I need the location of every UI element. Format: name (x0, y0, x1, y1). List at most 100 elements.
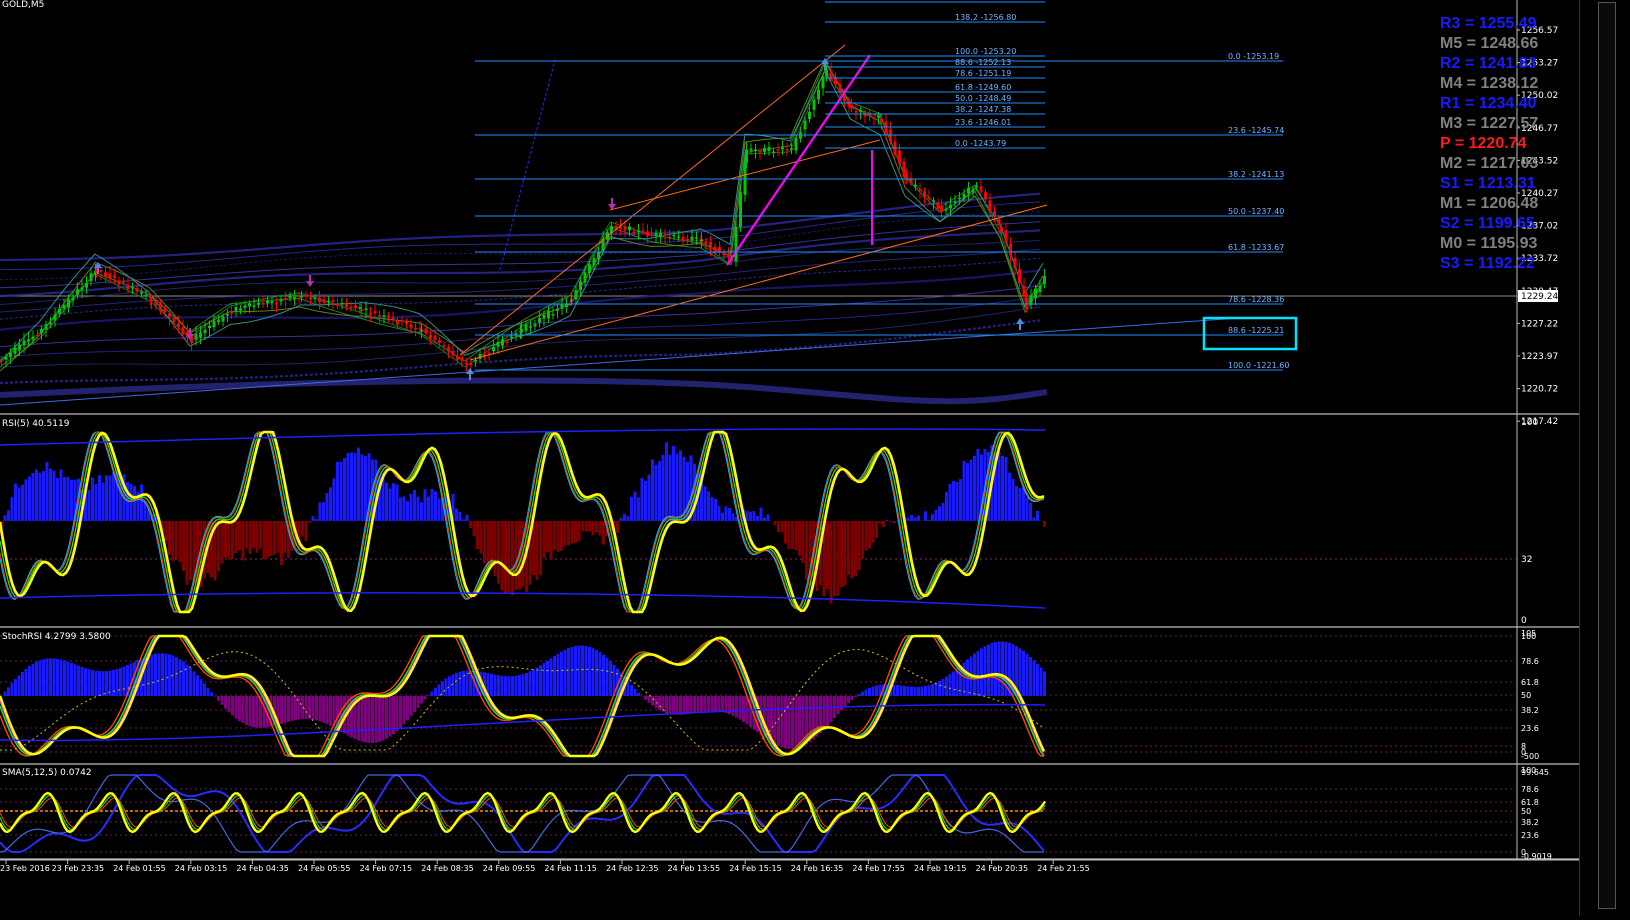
candle[interactable] (877, 116, 880, 118)
candle[interactable] (360, 309, 363, 311)
vertical-scrollbar[interactable] (1598, 2, 1616, 909)
candle[interactable] (972, 189, 975, 192)
candle[interactable] (579, 281, 582, 290)
candle[interactable] (759, 151, 762, 153)
candle[interactable] (958, 198, 961, 200)
candle[interactable] (1009, 244, 1012, 255)
candle[interactable] (18, 344, 21, 350)
candle[interactable] (781, 147, 784, 149)
candle[interactable] (230, 312, 233, 314)
candle[interactable] (199, 333, 202, 338)
candle[interactable] (374, 311, 377, 313)
candle[interactable] (420, 330, 423, 332)
candle[interactable] (525, 324, 528, 330)
candle[interactable] (735, 227, 738, 261)
candle[interactable] (817, 90, 820, 100)
candle[interactable] (173, 318, 176, 322)
candle[interactable] (164, 308, 167, 313)
candle[interactable] (414, 328, 417, 330)
candle[interactable] (67, 299, 70, 307)
candle[interactable] (354, 305, 357, 308)
candle[interactable] (1000, 227, 1003, 231)
candle[interactable] (561, 304, 564, 308)
candle[interactable] (257, 303, 260, 305)
candle[interactable] (659, 233, 662, 236)
candle[interactable] (989, 200, 992, 211)
candle[interactable] (14, 347, 17, 354)
candle[interactable] (668, 237, 671, 239)
candle[interactable] (85, 283, 88, 287)
candle[interactable] (510, 337, 513, 339)
candle[interactable] (497, 342, 500, 346)
candle[interactable] (1043, 276, 1046, 284)
candle[interactable] (1034, 289, 1037, 299)
candle[interactable] (588, 264, 591, 273)
candle[interactable] (808, 112, 811, 119)
candle[interactable] (122, 281, 125, 283)
candle[interactable] (113, 275, 116, 277)
candle[interactable] (244, 306, 247, 308)
candle[interactable] (705, 241, 708, 244)
candle[interactable] (100, 270, 103, 272)
candle[interactable] (492, 347, 495, 351)
candle[interactable] (474, 360, 477, 362)
candle[interactable] (919, 190, 922, 192)
candle[interactable] (1039, 286, 1042, 292)
candle[interactable] (750, 149, 753, 151)
candle[interactable] (691, 237, 694, 241)
candle[interactable] (584, 272, 587, 282)
candle[interactable] (768, 147, 771, 151)
candle[interactable] (145, 295, 148, 297)
candle[interactable] (754, 149, 757, 151)
candle[interactable] (593, 258, 596, 266)
candle[interactable] (880, 119, 883, 122)
candle[interactable] (405, 322, 408, 324)
candle[interactable] (923, 192, 926, 198)
candle[interactable] (58, 309, 61, 314)
candle[interactable] (686, 239, 689, 241)
candle[interactable] (898, 150, 901, 163)
candle[interactable] (993, 211, 996, 215)
candle[interactable] (682, 237, 685, 241)
candle[interactable] (963, 194, 966, 199)
candle[interactable] (293, 297, 296, 299)
candle[interactable] (222, 316, 225, 321)
candle[interactable] (547, 311, 550, 318)
candle[interactable] (954, 202, 957, 204)
candle[interactable] (984, 192, 987, 199)
candle[interactable] (226, 314, 229, 316)
candle[interactable] (213, 321, 216, 327)
candle[interactable] (266, 301, 269, 303)
candle[interactable] (501, 339, 504, 345)
candle[interactable] (777, 149, 780, 151)
candle[interactable] (90, 273, 93, 281)
candle[interactable] (456, 356, 459, 359)
candle[interactable] (570, 300, 573, 302)
chart-canvas[interactable]: 1256.571253.271250.021246.771243.521240.… (0, 0, 1630, 916)
candle[interactable] (104, 272, 107, 277)
candle[interactable] (905, 172, 908, 178)
candle[interactable] (177, 323, 180, 327)
candle[interactable] (369, 313, 372, 315)
candle[interactable] (1014, 258, 1017, 268)
candle[interactable] (804, 120, 807, 129)
candle[interactable] (642, 230, 645, 232)
candle[interactable] (9, 353, 12, 357)
candle[interactable] (280, 299, 283, 302)
candle[interactable] (253, 305, 256, 307)
candle[interactable] (387, 316, 390, 318)
candle[interactable] (864, 114, 867, 116)
candle[interactable] (136, 288, 139, 291)
candle[interactable] (314, 298, 317, 300)
candle[interactable] (937, 202, 940, 208)
candle[interactable] (23, 340, 26, 345)
candle[interactable] (556, 310, 559, 312)
candle[interactable] (646, 231, 649, 236)
candle[interactable] (150, 299, 153, 301)
candle[interactable] (76, 289, 79, 295)
candle[interactable] (795, 138, 798, 151)
candle[interactable] (723, 253, 726, 255)
candle[interactable] (284, 298, 287, 300)
candle[interactable] (470, 364, 473, 366)
candle[interactable] (332, 300, 335, 302)
